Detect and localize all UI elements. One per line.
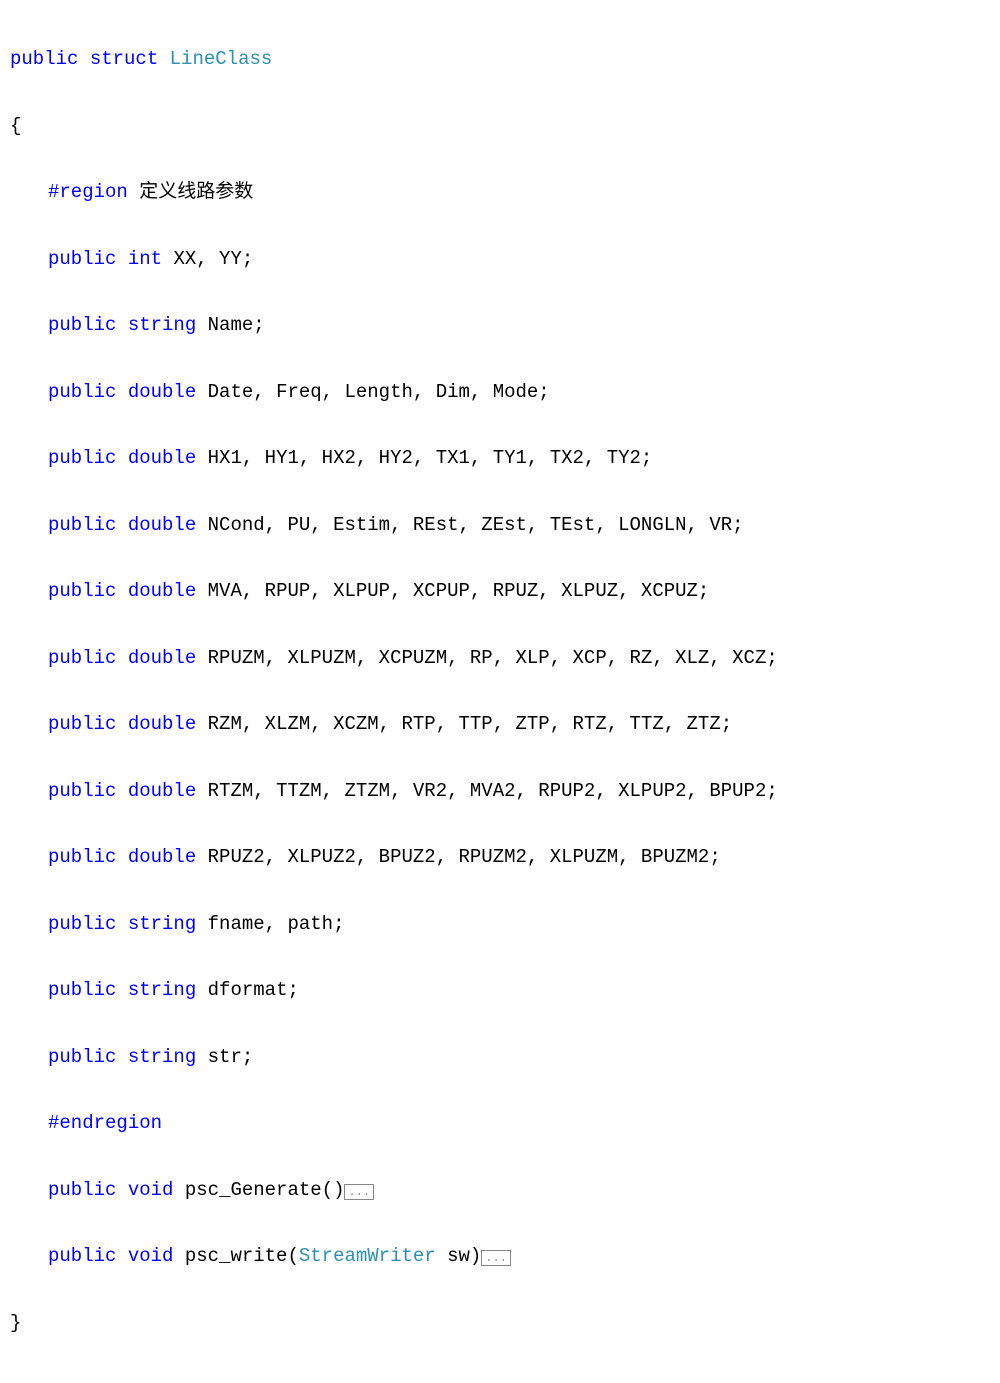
method-decl: public void psc_Generate()... (10, 1174, 990, 1207)
keyword-string: string (128, 979, 196, 1001)
field-names: Name; (196, 314, 264, 336)
field-names: dformat; (196, 979, 299, 1001)
field-decl: public double HX1, HY1, HX2, HY2, TX1, T… (10, 442, 990, 475)
field-decl: public string str; (10, 1041, 990, 1074)
field-names: Date, Freq, Length, Dim, Mode; (196, 381, 549, 403)
field-names: RTZM, TTZM, ZTZM, VR2, MVA2, RPUP2, XLPU… (196, 780, 778, 802)
code-block: public struct LineClass { #region 定义线路参数… (10, 10, 990, 1373)
keyword-public: public (48, 1245, 116, 1267)
keyword-string: string (128, 314, 196, 336)
field-decl: public double RPUZ2, XLPUZ2, BPUZ2, RPUZ… (10, 841, 990, 874)
method-name: psc_write( (173, 1245, 298, 1267)
struct-decl: public struct LineClass (10, 43, 990, 76)
keyword-string: string (128, 913, 196, 935)
field-decl: public double MVA, RPUP, XLPUP, XCPUP, R… (10, 575, 990, 608)
brace-close: } (10, 1307, 990, 1340)
keyword-void: void (128, 1179, 174, 1201)
keyword-public: public (48, 647, 116, 669)
param-name: sw) (436, 1245, 482, 1267)
field-decl: public double RTZM, TTZM, ZTZM, VR2, MVA… (10, 775, 990, 808)
keyword-public: public (48, 381, 116, 403)
keyword-public: public (48, 846, 116, 868)
field-decl: public double RPUZM, XLPUZM, XCPUZM, RP,… (10, 642, 990, 675)
region-start: #region 定义线路参数 (10, 176, 990, 209)
keyword-double: double (128, 647, 196, 669)
keyword-public: public (48, 580, 116, 602)
collapse-icon[interactable]: ... (481, 1250, 511, 1266)
field-decl: public string Name; (10, 309, 990, 342)
keyword-struct: struct (90, 48, 158, 70)
field-names: RPUZ2, XLPUZ2, BPUZ2, RPUZM2, XLPUZM, BP… (196, 846, 721, 868)
field-decl: public double NCond, PU, Estim, REst, ZE… (10, 509, 990, 542)
field-names: str; (196, 1046, 253, 1068)
keyword-int: int (128, 248, 162, 270)
field-names: MVA, RPUP, XLPUP, XCPUP, RPUZ, XLPUZ, XC… (196, 580, 709, 602)
keyword-public: public (48, 248, 116, 270)
keyword-double: double (128, 780, 196, 802)
keyword-double: double (128, 846, 196, 868)
param-type: StreamWriter (299, 1245, 436, 1267)
keyword-public: public (48, 780, 116, 802)
field-names: RPUZM, XLPUZM, XCPUZM, RP, XLP, XCP, RZ,… (196, 647, 778, 669)
keyword-public: public (48, 979, 116, 1001)
keyword-public: public (48, 1179, 116, 1201)
keyword-string: string (128, 1046, 196, 1068)
collapse-icon[interactable]: ... (344, 1184, 374, 1200)
field-decl: public int XX, YY; (10, 243, 990, 276)
method-decl: public void psc_write(StreamWriter sw)..… (10, 1240, 990, 1273)
region-end: #endregion (10, 1107, 990, 1140)
keyword-public: public (48, 913, 116, 935)
keyword-public: public (48, 713, 116, 735)
region-keyword: #region (48, 181, 128, 203)
keyword-public: public (48, 314, 116, 336)
field-names: HX1, HY1, HX2, HY2, TX1, TY1, TX2, TY2; (196, 447, 652, 469)
keyword-double: double (128, 447, 196, 469)
keyword-double: double (128, 381, 196, 403)
region-label: 定义线路参数 (128, 181, 253, 203)
keyword-void: void (128, 1245, 174, 1267)
keyword-public: public (48, 1046, 116, 1068)
field-decl: public double Date, Freq, Length, Dim, M… (10, 376, 990, 409)
field-decl: public string dformat; (10, 974, 990, 1007)
field-decl: public string fname, path; (10, 908, 990, 941)
endregion-keyword: #endregion (48, 1112, 162, 1134)
keyword-double: double (128, 514, 196, 536)
keyword-double: double (128, 580, 196, 602)
type-name: LineClass (170, 48, 273, 70)
field-decl: public double RZM, XLZM, XCZM, RTP, TTP,… (10, 708, 990, 741)
brace-open: { (10, 110, 990, 143)
field-names: NCond, PU, Estim, REst, ZEst, TEst, LONG… (196, 514, 743, 536)
field-names: fname, path; (196, 913, 344, 935)
field-names: RZM, XLZM, XCZM, RTP, TTP, ZTP, RTZ, TTZ… (196, 713, 732, 735)
keyword-public: public (48, 514, 116, 536)
method-name: psc_Generate() (173, 1179, 344, 1201)
keyword-public: public (48, 447, 116, 469)
field-names: XX, YY; (162, 248, 253, 270)
keyword-public: public (10, 48, 78, 70)
keyword-double: double (128, 713, 196, 735)
